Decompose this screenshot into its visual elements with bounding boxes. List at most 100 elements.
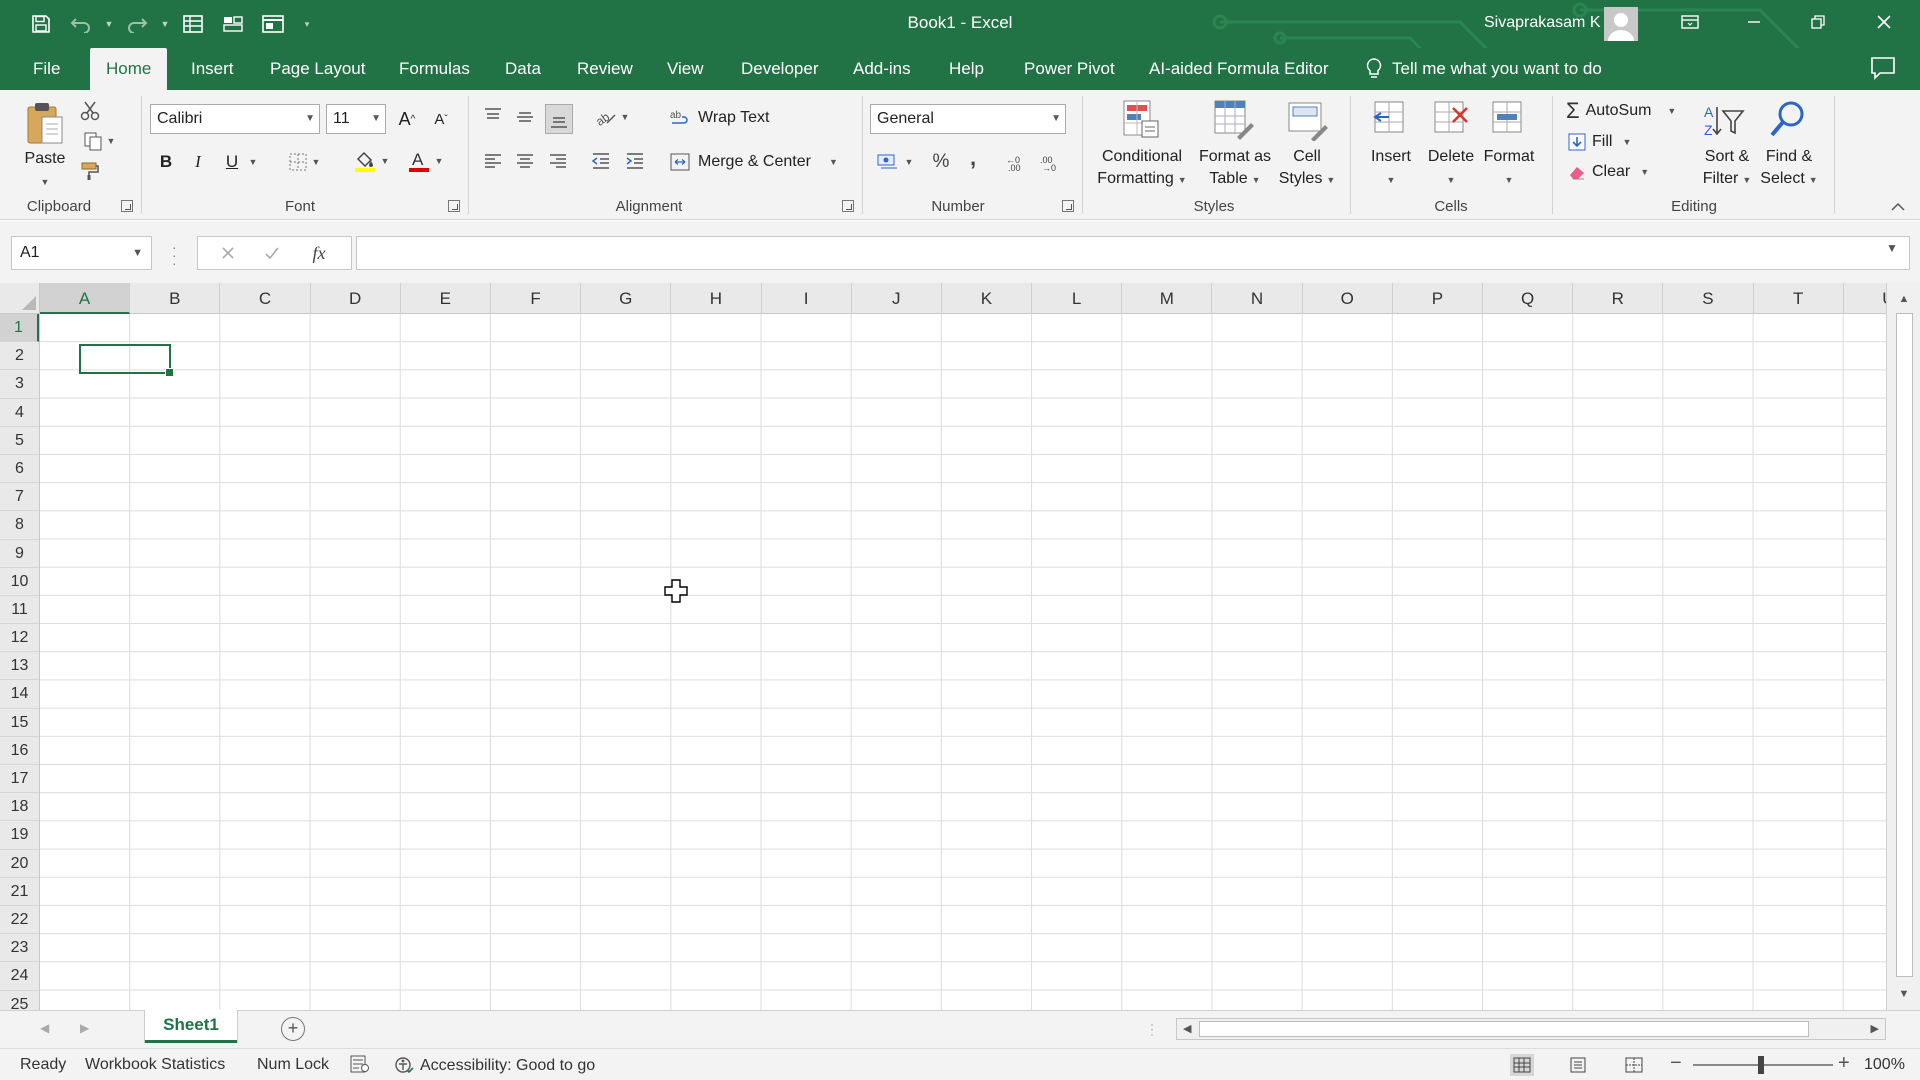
- macro-record-icon[interactable]: [350, 1055, 370, 1073]
- underline-button[interactable]: U: [220, 148, 244, 176]
- merge-center-button[interactable]: Merge & Center ▼: [670, 148, 846, 176]
- sort-icon[interactable]: AZ: [1700, 100, 1746, 142]
- scroll-up-icon[interactable]: ▲: [1893, 289, 1915, 309]
- expand-formula-bar-icon[interactable]: ▼: [1886, 241, 1898, 255]
- sort-filter-button[interactable]: Sort & Filter ▼: [1692, 146, 1762, 191]
- align-center-icon[interactable]: [512, 148, 538, 174]
- row-header[interactable]: 19: [0, 821, 39, 850]
- tab-power-pivot[interactable]: Power Pivot: [1011, 48, 1128, 90]
- column-header[interactable]: D: [311, 283, 401, 314]
- sheet-tab[interactable]: Sheet1: [145, 1010, 237, 1043]
- increase-font-size-icon[interactable]: A ^: [394, 106, 420, 132]
- accessibility-checker[interactable]: Accessibility: Good to go: [394, 1056, 595, 1076]
- select-all-button[interactable]: [0, 283, 40, 314]
- cells-area[interactable]: [40, 314, 1886, 1010]
- column-header[interactable]: G: [581, 283, 672, 314]
- cut-icon[interactable]: [78, 100, 102, 122]
- find-select-button[interactable]: Find & Select ▼: [1754, 146, 1824, 191]
- column-header[interactable]: L: [1032, 283, 1123, 314]
- tab-developer[interactable]: Developer: [728, 48, 832, 90]
- customize-icon[interactable]: ▾: [296, 10, 318, 38]
- column-header[interactable]: H: [671, 283, 762, 314]
- percent-style-button[interactable]: %: [928, 148, 954, 176]
- format-as-table-button[interactable]: Format as Table ▼: [1190, 146, 1280, 191]
- column-header[interactable]: A: [40, 283, 131, 314]
- number-launcher-icon[interactable]: [1062, 200, 1074, 212]
- font-launcher-icon[interactable]: [448, 200, 460, 212]
- add-sheet-icon[interactable]: +: [281, 1017, 305, 1041]
- row-header[interactable]: 23: [0, 934, 39, 963]
- tab-split-grip[interactable]: · · ·: [1150, 1018, 1154, 1040]
- column-header[interactable]: U: [1844, 283, 1886, 314]
- increase-indent-icon[interactable]: [622, 148, 648, 174]
- row-header[interactable]: 8: [0, 511, 39, 540]
- new-icon[interactable]: [216, 10, 250, 38]
- column-header[interactable]: E: [401, 283, 491, 314]
- worksheet-grid[interactable]: ABCDEFGHIJKLMNOPQRSTU 123456789101112131…: [0, 283, 1886, 1010]
- autosum-button[interactable]: Σ AutoSum ▼: [1566, 98, 1700, 124]
- column-header[interactable]: B: [130, 283, 221, 314]
- row-header[interactable]: 13: [0, 652, 39, 681]
- horizontal-scroll-thumb[interactable]: [1199, 1021, 1809, 1037]
- paste-button[interactable]: Paste ▼: [16, 148, 74, 193]
- workbook-statistics[interactable]: Workbook Statistics: [85, 1056, 225, 1074]
- horizontal-scrollbar[interactable]: ◀ ▶: [1176, 1018, 1886, 1040]
- row-header[interactable]: 1: [0, 314, 39, 343]
- prev-sheet-icon[interactable]: ◀: [40, 1021, 49, 1035]
- column-header[interactable]: O: [1303, 283, 1393, 314]
- comments-icon[interactable]: [1870, 56, 1900, 82]
- tab-data[interactable]: Data: [492, 48, 554, 90]
- save-icon[interactable]: [24, 10, 58, 38]
- row-header[interactable]: 15: [0, 709, 39, 737]
- zoom-in-icon[interactable]: +: [1838, 1052, 1850, 1075]
- zoom-slider-thumb[interactable]: [1758, 1056, 1764, 1074]
- tab-formulas[interactable]: Formulas: [386, 48, 483, 90]
- zoom-level[interactable]: 100%: [1864, 1056, 1905, 1074]
- undo-icon[interactable]: [64, 10, 98, 38]
- user-name[interactable]: Sivaprakasam K: [1484, 14, 1601, 32]
- copy-icon[interactable]: ▼: [78, 130, 120, 152]
- column-header[interactable]: J: [852, 283, 942, 314]
- tab-file[interactable]: File: [20, 48, 73, 90]
- alignment-launcher-icon[interactable]: [842, 200, 854, 212]
- next-sheet-icon[interactable]: ▶: [80, 1021, 89, 1035]
- accounting-format-icon[interactable]: ▼: [872, 148, 918, 176]
- row-header[interactable]: 11: [0, 596, 39, 625]
- italic-button[interactable]: I: [186, 148, 210, 176]
- layout-icon[interactable]: [256, 10, 290, 38]
- vertical-scroll-thumb[interactable]: [1896, 313, 1913, 977]
- font-name-combo[interactable]: Calibri ▼: [150, 104, 320, 134]
- column-header[interactable]: S: [1663, 283, 1754, 314]
- wrap-text-button[interactable]: ab Wrap Text: [670, 104, 782, 132]
- insert-cells-icon[interactable]: [1370, 98, 1412, 142]
- align-left-icon[interactable]: [480, 148, 506, 174]
- delete-cells-button[interactable]: Delete ▼: [1420, 146, 1482, 191]
- bold-button[interactable]: B: [154, 148, 178, 176]
- active-cell[interactable]: [79, 344, 174, 377]
- row-header[interactable]: 9: [0, 540, 39, 568]
- column-header[interactable]: I: [762, 283, 852, 314]
- number-format-combo[interactable]: General ▼: [870, 104, 1066, 134]
- row-header[interactable]: 7: [0, 483, 39, 512]
- tab-ai-formula-editor[interactable]: AI-aided Formula Editor: [1136, 48, 1342, 90]
- zoom-out-icon[interactable]: −: [1670, 1052, 1682, 1075]
- column-header[interactable]: R: [1573, 283, 1664, 314]
- decrease-font-size-icon[interactable]: Aˇ: [428, 106, 454, 132]
- page-layout-view-icon[interactable]: [1566, 1054, 1590, 1076]
- column-header[interactable]: N: [1212, 283, 1303, 314]
- format-cells-icon[interactable]: [1488, 98, 1530, 142]
- tab-home[interactable]: Home: [90, 48, 168, 90]
- row-header[interactable]: 3: [0, 370, 39, 399]
- tab-page-layout[interactable]: Page Layout: [257, 48, 378, 90]
- scroll-down-icon[interactable]: ▼: [1893, 984, 1915, 1004]
- row-header[interactable]: 25: [0, 991, 39, 1011]
- tell-me-search[interactable]: Tell me what you want to do: [1366, 48, 1602, 90]
- font-size-combo[interactable]: 11 ▼: [326, 104, 386, 134]
- ribbon-display-options-icon[interactable]: [1660, 0, 1720, 44]
- middle-align-icon[interactable]: [512, 104, 538, 130]
- delete-cells-icon[interactable]: [1430, 98, 1472, 142]
- orientation-icon[interactable]: ab ▼: [590, 104, 634, 130]
- decrease-decimal-icon[interactable]: .00 →0: [1036, 148, 1064, 176]
- vertical-scrollbar[interactable]: ▲ ▼: [1886, 283, 1920, 1010]
- redo-dropdown-icon[interactable]: ▼: [160, 10, 170, 38]
